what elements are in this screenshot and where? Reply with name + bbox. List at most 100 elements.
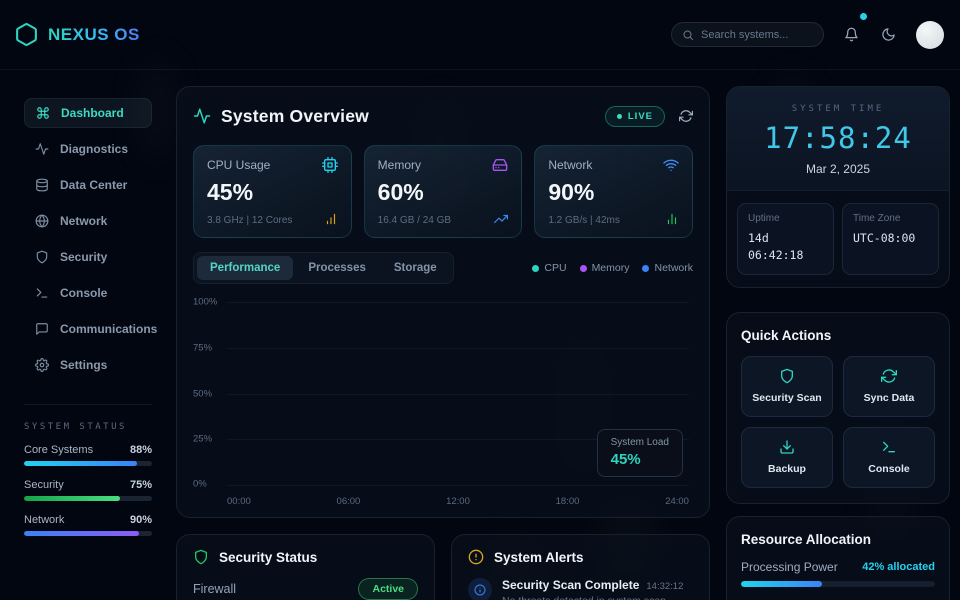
sidebar-item-data-center[interactable]: Data Center: [24, 170, 152, 200]
stat-value: 90%: [548, 181, 679, 204]
sidebar-item-console[interactable]: Console: [24, 278, 152, 308]
sidebar-item-label: Security: [60, 250, 107, 264]
system-load-value: 45%: [611, 451, 669, 468]
security-status-card: Security Status Firewall Active: [176, 534, 435, 600]
system-alerts-card: System Alerts Security Scan Complete 14:…: [451, 534, 710, 600]
clock-date: Mar 2, 2025: [737, 162, 939, 176]
progress-fill: [24, 461, 137, 466]
legend-dot: [580, 265, 587, 272]
firewall-label: Firewall: [193, 582, 236, 596]
system-overview-panel: System Overview LIVE CPU Usage: [176, 86, 710, 518]
system-status-heading: SYSTEM STATUS: [24, 422, 152, 432]
security-scan-button[interactable]: Security Scan: [741, 356, 833, 417]
progress-track: [741, 581, 935, 587]
tab-processes[interactable]: Processes: [295, 256, 379, 280]
timezone-label: Time Zone: [853, 213, 928, 224]
tab-performance[interactable]: Performance: [197, 256, 293, 280]
clock-display: 17:58:24: [737, 121, 939, 155]
signal-bars-icon: [665, 212, 679, 226]
terminal-icon: [881, 439, 897, 455]
notifications-button[interactable]: [842, 25, 861, 44]
tab-storage[interactable]: Storage: [381, 256, 450, 280]
stat-label: CPU Usage: [207, 158, 270, 172]
alert-circle-icon: [468, 549, 484, 565]
refresh-icon: [679, 109, 693, 123]
y-axis-tick: 100%: [193, 297, 221, 308]
firewall-row: Firewall Active: [193, 578, 418, 600]
sidebar-item-label: Dashboard: [61, 106, 124, 120]
bell-icon: [844, 27, 859, 42]
timezone-box: Time Zone UTC-08:00: [842, 203, 939, 275]
uptime-label: Uptime: [748, 213, 823, 224]
brand: NEXUS OS: [14, 22, 140, 47]
info-icon: [468, 578, 492, 600]
live-dot: [617, 114, 622, 119]
sidebar-item-settings[interactable]: Settings: [24, 350, 152, 380]
y-axis-tick: 50%: [193, 389, 221, 400]
sync-data-button[interactable]: Sync Data: [843, 356, 935, 417]
stat-card-cpu[interactable]: CPU Usage 45% 3.8 GHz | 12 Cores: [193, 145, 352, 238]
sidebar-item-security[interactable]: Security: [24, 242, 152, 272]
progress-fill: [24, 531, 139, 536]
panel-title: Resource Allocation: [741, 532, 935, 547]
search-input[interactable]: [701, 29, 813, 41]
y-axis-tick: 75%: [193, 343, 221, 354]
wifi-icon: [663, 157, 679, 173]
search-box[interactable]: [671, 22, 824, 47]
page-title: System Overview: [221, 106, 369, 127]
moon-icon: [881, 27, 896, 42]
terminal-icon: [35, 286, 49, 300]
sidebar-item-label: Network: [60, 214, 107, 228]
resource-label: Processing Power: [741, 560, 838, 574]
globe-icon: [35, 214, 49, 228]
chart-tabs: Performance Processes Storage: [193, 252, 454, 284]
stat-card-network[interactable]: Network 90% 1.2 GB/s | 42ms: [534, 145, 693, 238]
legend-network: Network: [642, 262, 693, 274]
legend-memory: Memory: [580, 262, 630, 274]
card-title: Security Status: [219, 550, 317, 565]
status-row-core-systems: Core Systems 88%: [24, 444, 152, 466]
activity-icon: [35, 142, 49, 156]
alert-timestamp: 14:32:12: [646, 581, 683, 592]
status-value: 90%: [130, 514, 152, 526]
stat-card-memory[interactable]: Memory 60% 16.4 GB / 24 GB: [364, 145, 523, 238]
chat-icon: [35, 322, 49, 336]
refresh-button[interactable]: [679, 109, 693, 123]
uptime-days: 14d: [748, 230, 823, 247]
alert-title: Security Scan Complete: [502, 578, 639, 592]
y-axis-tick: 25%: [193, 433, 221, 444]
gridline: [227, 348, 689, 349]
x-axis-tick: 12:00: [446, 496, 470, 507]
live-badge: LIVE: [605, 106, 665, 127]
system-time-heading: SYSTEM TIME: [737, 104, 939, 114]
chart-legend: CPU Memory Network: [532, 262, 693, 274]
console-button[interactable]: Console: [843, 427, 935, 488]
status-value: 75%: [130, 479, 152, 491]
live-label: LIVE: [628, 111, 653, 122]
user-avatar[interactable]: [916, 21, 944, 49]
progress-track: [24, 461, 152, 466]
shield-icon: [193, 549, 209, 565]
command-icon: [36, 106, 50, 120]
backup-button[interactable]: Backup: [741, 427, 833, 488]
sidebar-item-diagnostics[interactable]: Diagnostics: [24, 134, 152, 164]
button-label: Backup: [768, 463, 806, 475]
button-label: Console: [868, 463, 909, 475]
panel-title: Quick Actions: [741, 328, 935, 343]
sidebar-item-dashboard[interactable]: Dashboard: [24, 98, 152, 128]
sidebar-item-network[interactable]: Network: [24, 206, 152, 236]
sidebar-item-communications[interactable]: Communications: [24, 314, 152, 344]
alert-item[interactable]: Security Scan Complete 14:32:12 No threa…: [468, 578, 693, 600]
database-icon: [35, 178, 49, 192]
bar-chart-icon: [324, 212, 338, 226]
button-label: Security Scan: [752, 392, 821, 404]
theme-toggle-button[interactable]: [879, 25, 898, 44]
main-content: System Overview LIVE CPU Usage: [176, 86, 710, 600]
status-row-security: Security 75%: [24, 479, 152, 501]
legend-label: Memory: [592, 262, 630, 274]
resource-value: 42% allocated: [862, 561, 935, 573]
x-axis-tick: 18:00: [556, 496, 580, 507]
performance-chart[interactable]: 100% 75% 50% 25% 0% 00:00 06:00 12:00 18…: [193, 294, 693, 507]
uptime-box: Uptime 14d 06:42:18: [737, 203, 834, 275]
shield-icon: [779, 368, 795, 384]
